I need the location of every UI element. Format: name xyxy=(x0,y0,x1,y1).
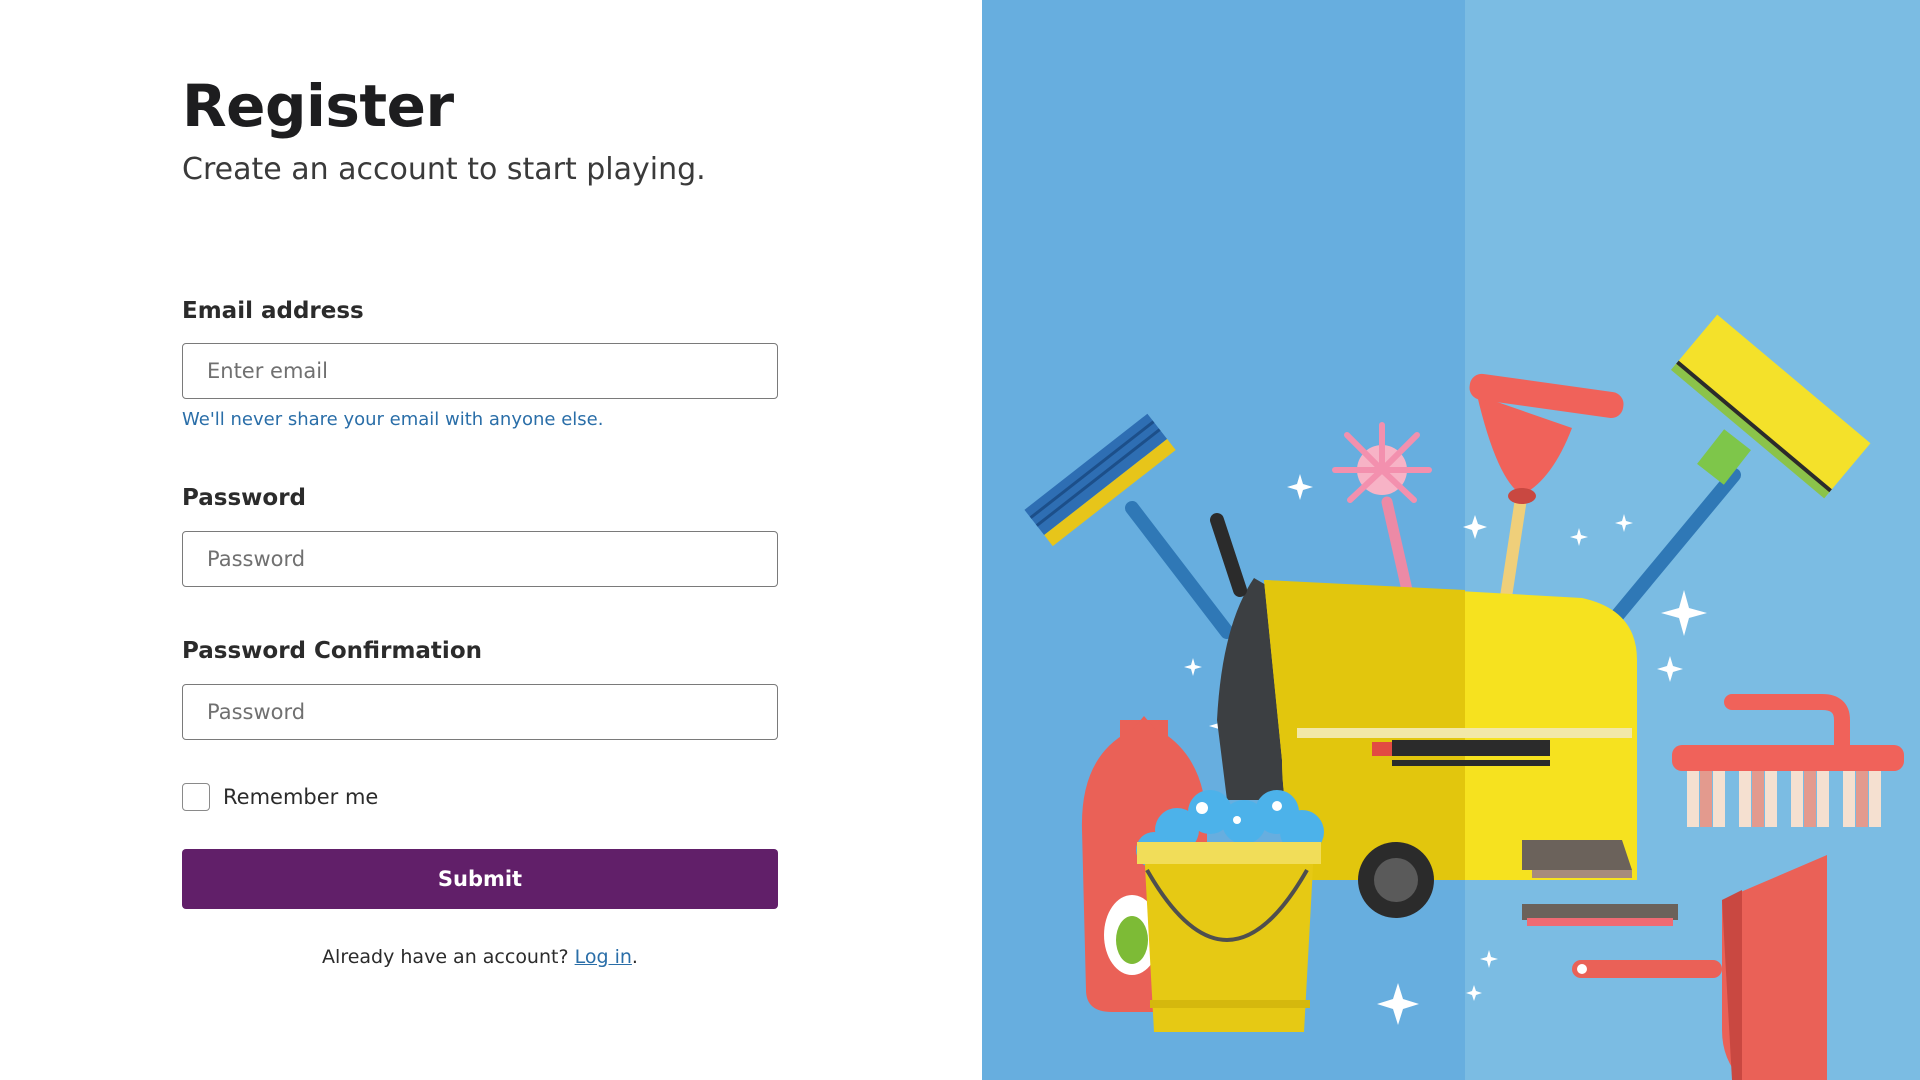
register-panel: Register Create an account to start play… xyxy=(0,0,982,1080)
password-confirmation-label: Password Confirmation xyxy=(182,638,482,664)
password-field[interactable] xyxy=(182,531,778,587)
illustration-panel xyxy=(982,0,1920,1080)
register-form: Register Create an account to start play… xyxy=(182,70,778,968)
login-prompt-text: Already have an account? xyxy=(322,946,569,968)
email-label: Email address xyxy=(182,298,364,324)
remember-me-label[interactable]: Remember me xyxy=(223,785,378,809)
email-field[interactable] xyxy=(182,343,778,399)
remember-me: Remember me xyxy=(182,783,378,811)
remember-me-checkbox[interactable] xyxy=(182,783,210,811)
page-subtitle: Create an account to start playing. xyxy=(182,152,706,187)
page-title: Register xyxy=(182,72,454,140)
bucket-icon xyxy=(1136,790,1324,1032)
login-suffix: . xyxy=(631,946,638,968)
cleaning-supplies-illustration xyxy=(982,0,1920,1080)
email-help-text: We'll never share your email with anyone… xyxy=(182,409,604,430)
login-prompt: Already have an account? Log in. xyxy=(182,946,778,968)
password-label: Password xyxy=(182,485,306,511)
password-confirmation-field[interactable] xyxy=(182,684,778,740)
submit-button[interactable]: Submit xyxy=(182,849,778,909)
login-link[interactable]: Log in xyxy=(575,946,632,968)
